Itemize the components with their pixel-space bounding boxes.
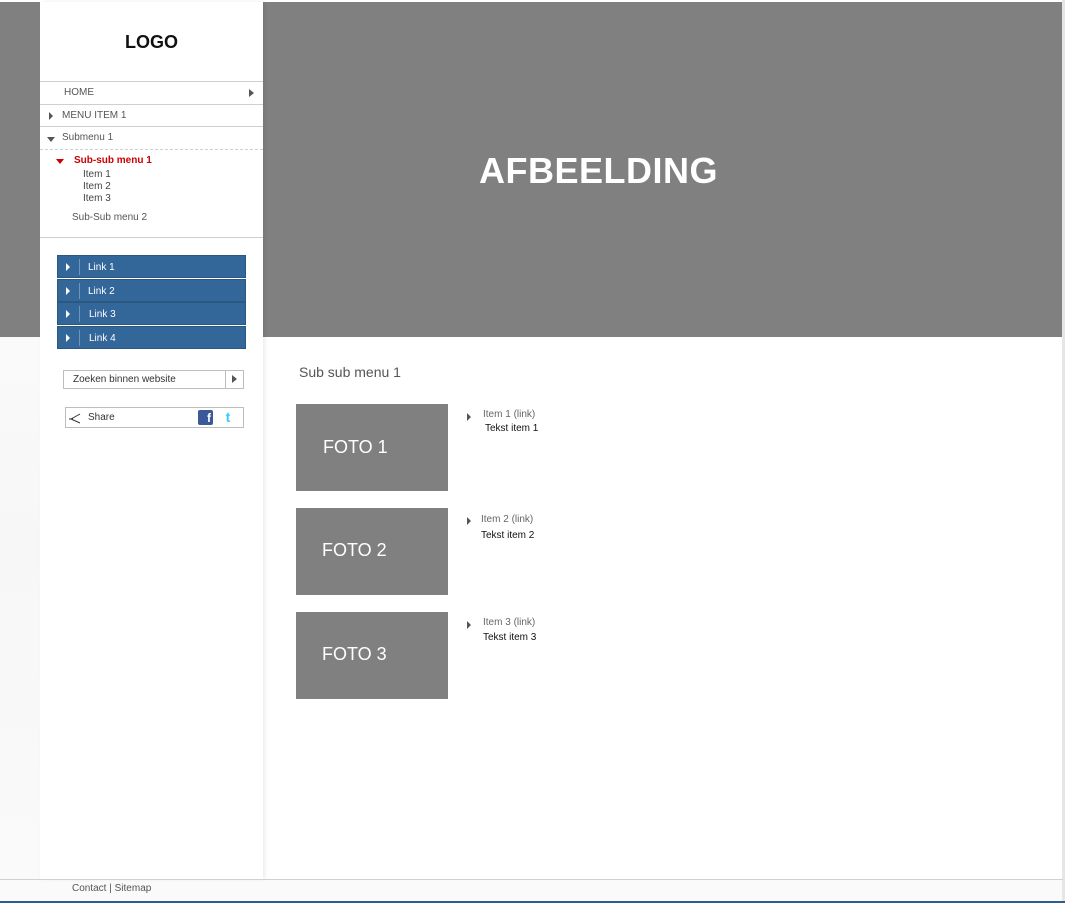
- chevron-right-icon: [66, 263, 70, 271]
- chevron-down-icon: [47, 137, 55, 142]
- divider: [79, 259, 80, 275]
- divider: [40, 237, 263, 238]
- photo-placeholder: FOTO 1: [296, 404, 448, 491]
- chevron-right-icon: [49, 112, 53, 120]
- link-button-1[interactable]: Link 1: [57, 255, 246, 278]
- nav-home[interactable]: HOME: [40, 81, 263, 104]
- share-bar: Share f t: [65, 407, 244, 428]
- hero-title: AFBEELDING: [479, 150, 718, 191]
- share-label: Share: [88, 412, 115, 423]
- chevron-right-icon: [249, 89, 254, 97]
- page-title: Sub sub menu 1: [299, 364, 401, 380]
- chevron-right-icon: [467, 413, 471, 421]
- nav-menu-item-1[interactable]: MENU ITEM 1: [40, 104, 263, 127]
- search-box: [63, 370, 244, 389]
- item-text: Tekst item 3: [483, 632, 537, 643]
- photo-label: FOTO 3: [322, 644, 387, 664]
- footer: Contact | Sitemap: [72, 883, 151, 894]
- chevron-right-icon: [467, 517, 471, 525]
- link-label: Link 2: [88, 286, 115, 297]
- link-label: Link 1: [88, 262, 115, 273]
- divider: [79, 306, 80, 322]
- nav-submenu-1[interactable]: Submenu 1: [40, 126, 263, 149]
- chevron-right-icon: [66, 334, 70, 342]
- nav-subsub-item[interactable]: Item 3: [83, 193, 111, 204]
- chevron-right-icon: [467, 621, 471, 629]
- facebook-icon[interactable]: f: [198, 410, 213, 425]
- link-button-4[interactable]: Link 4: [57, 326, 246, 349]
- logo[interactable]: LOGO: [40, 32, 263, 53]
- chevron-right-icon: [66, 287, 70, 295]
- footer-sitemap-link[interactable]: Sitemap: [115, 883, 152, 894]
- divider: [79, 330, 80, 346]
- photo-placeholder: FOTO 2: [296, 508, 448, 595]
- footer-contact-link[interactable]: Contact: [72, 883, 106, 894]
- search-input[interactable]: [64, 371, 225, 388]
- divider: [0, 879, 1063, 880]
- nav-submenu-1-label: Submenu 1: [62, 132, 114, 143]
- nav-home-label: HOME: [64, 87, 94, 98]
- photo-placeholder: FOTO 3: [296, 612, 448, 699]
- chevron-right-icon: [232, 375, 237, 383]
- footer-separator: |: [109, 883, 112, 894]
- item-link[interactable]: Item 2 (link): [481, 514, 533, 525]
- link-button-2[interactable]: Link 2: [57, 279, 246, 302]
- chevron-right-icon: [66, 310, 70, 318]
- photo-label: FOTO 1: [323, 437, 388, 457]
- nav-menu-item-1-label: MENU ITEM 1: [62, 110, 127, 121]
- nav-subsub-item[interactable]: Item 2: [83, 181, 111, 192]
- chevron-down-icon: [56, 159, 64, 164]
- share-icon[interactable]: [69, 411, 83, 425]
- search-button[interactable]: [225, 371, 243, 388]
- divider: [79, 283, 80, 299]
- nav-subsub-item[interactable]: Item 1: [83, 169, 111, 180]
- item-text: Tekst item 1: [485, 423, 539, 434]
- nav-subsub-menu-1[interactable]: Sub-sub menu 1: [74, 155, 152, 166]
- link-label: Link 3: [89, 309, 116, 320]
- link-label: Link 4: [89, 333, 116, 344]
- item-link[interactable]: Item 3 (link): [483, 617, 535, 628]
- item-text: Tekst item 2: [481, 530, 535, 541]
- divider: [40, 149, 263, 150]
- twitter-icon[interactable]: t: [221, 410, 235, 425]
- nav-subsub-menu-2[interactable]: Sub-Sub menu 2: [72, 212, 147, 223]
- item-link[interactable]: Item 1 (link): [483, 409, 535, 420]
- sidebar: LOGO HOME MENU ITEM 1 Submenu 1 Sub-sub …: [40, 2, 263, 879]
- photo-label: FOTO 2: [322, 540, 387, 560]
- link-button-3[interactable]: Link 3: [57, 302, 246, 325]
